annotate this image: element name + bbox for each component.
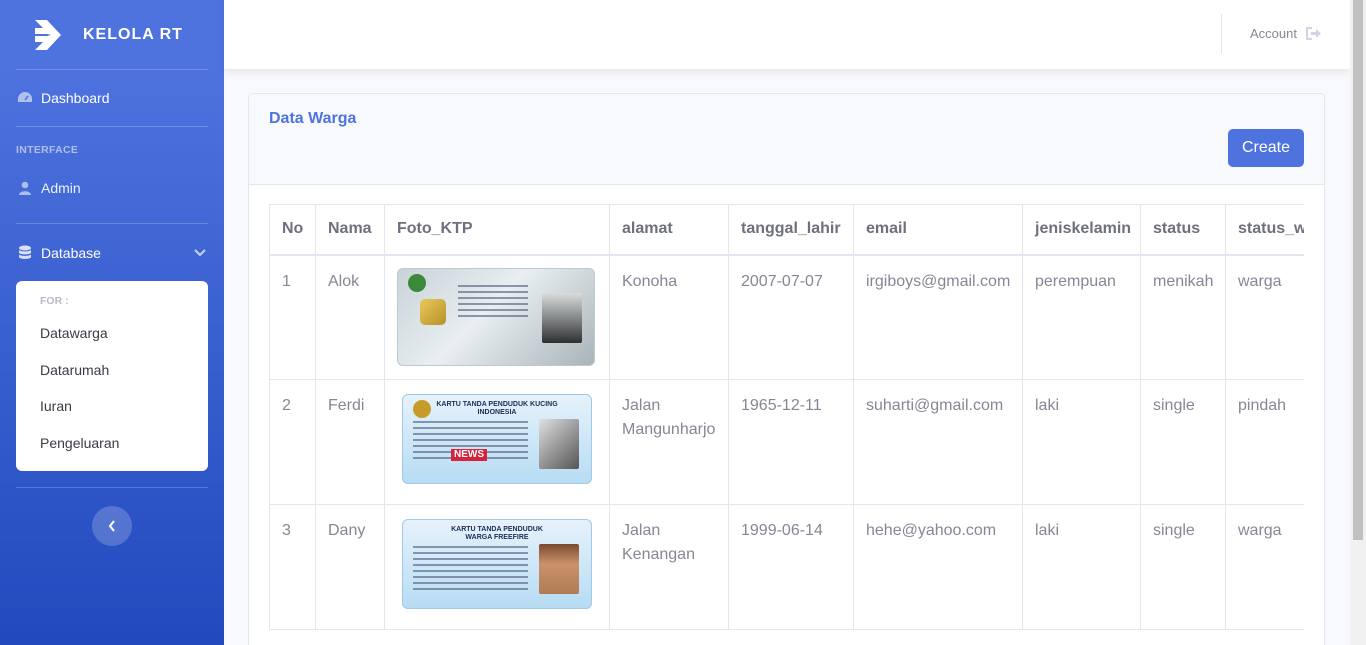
sidebar-item-label: Dashboard (41, 90, 110, 106)
emblem-icon (408, 273, 426, 292)
create-button[interactable]: Create (1227, 129, 1304, 167)
cell-alamat: Jalan Kenangan (609, 504, 729, 630)
cell-nama: Alok (315, 254, 385, 380)
brand-name: KELOLA RT (83, 25, 183, 43)
warga-table: No Nama Foto_KTP alamat tanggal_lahir em… (269, 204, 1304, 630)
cell-status-warga: warga (1225, 504, 1304, 630)
table-row: 2 Ferdi KARTU TANDA PENDUDUK KUCING INDO… (269, 379, 1304, 505)
scrollbar-thumb[interactable] (1353, 0, 1363, 540)
ktp-photo-image: KARTU TANDA PENDUDUK WARGA FREEFIRE (402, 519, 592, 609)
cell-email: suharti@gmail.com (853, 379, 1023, 505)
table-header-row: No Nama Foto_KTP alamat tanggal_lahir em… (269, 204, 1304, 256)
topbar-divider (1221, 14, 1222, 54)
table-row: 3 Dany KARTU TANDA PENDUDUK WARGA FREEFI… (269, 504, 1304, 630)
sidebar-item-admin[interactable]: Admin (0, 167, 224, 209)
sidebar-toggle-button[interactable] (92, 506, 132, 546)
database-icon (17, 245, 33, 261)
cell-tanggal-lahir: 2007-07-07 (728, 254, 854, 380)
cell-status-warga: warga (1225, 254, 1304, 380)
card-header: Data Warga Create (249, 94, 1324, 185)
cell-jeniskelamin: laki (1022, 504, 1141, 630)
sidebar-item-label: Admin (41, 180, 81, 196)
submenu-item-iuran[interactable]: Iuran (16, 388, 208, 425)
ktp-title: KARTU TANDA PENDUDUK KUCING INDONESIA (436, 401, 558, 416)
portrait-image (539, 419, 579, 469)
sign-out-icon (1305, 26, 1321, 40)
cell-tanggal-lahir: 1999-06-14 (728, 504, 854, 630)
cell-foto-ktp (384, 254, 610, 380)
account-menu[interactable]: Account (1250, 0, 1322, 66)
column-header: Foto_KTP (384, 204, 610, 256)
submenu-item-datawarga[interactable]: Datawarga (16, 315, 208, 352)
portrait-image (542, 292, 582, 343)
sidebar-heading: INTERFACE (16, 144, 79, 156)
sidebar-brand[interactable]: KELOLA RT (0, 0, 224, 69)
data-warga-card: Data Warga Create No Nama Foto_KTP alama… (248, 93, 1325, 645)
submenu-item-datarumah[interactable]: Datarumah (16, 352, 208, 389)
table-row: 1 Alok Konoha 2007-07-07 irgiboys@gmail.… (269, 254, 1304, 380)
ktp-title: KARTU TANDA PENDUDUK WARGA FREEFIRE (451, 526, 543, 541)
news-badge: NEWS (451, 449, 487, 461)
chevron-left-icon (108, 520, 115, 532)
cell-nama: Dany (315, 504, 385, 630)
sidebar-item-dashboard[interactable]: Dashboard (0, 70, 224, 126)
submenu-item-pengeluaran[interactable]: Pengeluaran (16, 425, 208, 462)
sidebar: KELOLA RT Dashboard INTERFACE Admin Data… (0, 0, 224, 645)
cell-alamat: Jalan Mangunharjo (609, 379, 729, 505)
sidebar-divider (16, 487, 208, 488)
cell-email: hehe@yahoo.com (853, 504, 1023, 630)
database-submenu: FOR : Datawarga Datarumah Iuran Pengelua… (16, 281, 208, 471)
cell-jeniskelamin: laki (1022, 379, 1141, 505)
column-header: tanggal_lahir (728, 204, 854, 256)
submenu-header: FOR : (40, 295, 69, 307)
cell-no: 1 (269, 254, 316, 380)
cell-email: irgiboys@gmail.com (853, 254, 1023, 380)
cell-no: 3 (269, 504, 316, 630)
chip-icon (420, 298, 446, 325)
ktp-photo-image (397, 267, 595, 366)
brand-logo-icon (35, 19, 61, 50)
cell-status-warga: pindah (1225, 379, 1304, 505)
cell-status: menikah (1140, 254, 1226, 380)
cell-foto-ktp: KARTU TANDA PENDUDUK WARGA FREEFIRE (384, 504, 610, 630)
cell-foto-ktp: KARTU TANDA PENDUDUK KUCING INDONESIA NE… (384, 379, 610, 505)
column-header: Nama (315, 204, 385, 256)
column-header: status (1140, 204, 1226, 256)
tachometer-icon (17, 90, 33, 106)
cell-jeniskelamin: perempuan (1022, 254, 1141, 380)
user-icon (17, 180, 33, 196)
column-header: email (853, 204, 1023, 256)
page-scrollbar[interactable] (1350, 0, 1366, 645)
topbar: Account (224, 0, 1350, 69)
column-header: No (269, 204, 316, 256)
cell-no: 2 (269, 379, 316, 505)
table-container[interactable]: No Nama Foto_KTP alamat tanggal_lahir em… (269, 204, 1304, 630)
column-header: status_w (1225, 204, 1304, 256)
cell-status: single (1140, 379, 1226, 505)
card-title: Data Warga (269, 110, 357, 127)
chevron-down-icon (194, 248, 206, 256)
column-header: alamat (609, 204, 729, 256)
account-label: Account (1250, 25, 1297, 41)
cell-status: single (1140, 504, 1226, 630)
cell-nama: Ferdi (315, 379, 385, 505)
sidebar-item-database[interactable]: Database (0, 224, 224, 281)
cell-alamat: Konoha (609, 254, 729, 380)
sidebar-item-label: Database (41, 244, 101, 261)
cell-tanggal-lahir: 1965-12-11 (728, 379, 854, 505)
ktp-photo-image: KARTU TANDA PENDUDUK KUCING INDONESIA NE… (402, 394, 592, 484)
portrait-image (539, 544, 579, 594)
column-header: jeniskelamin (1022, 204, 1141, 256)
